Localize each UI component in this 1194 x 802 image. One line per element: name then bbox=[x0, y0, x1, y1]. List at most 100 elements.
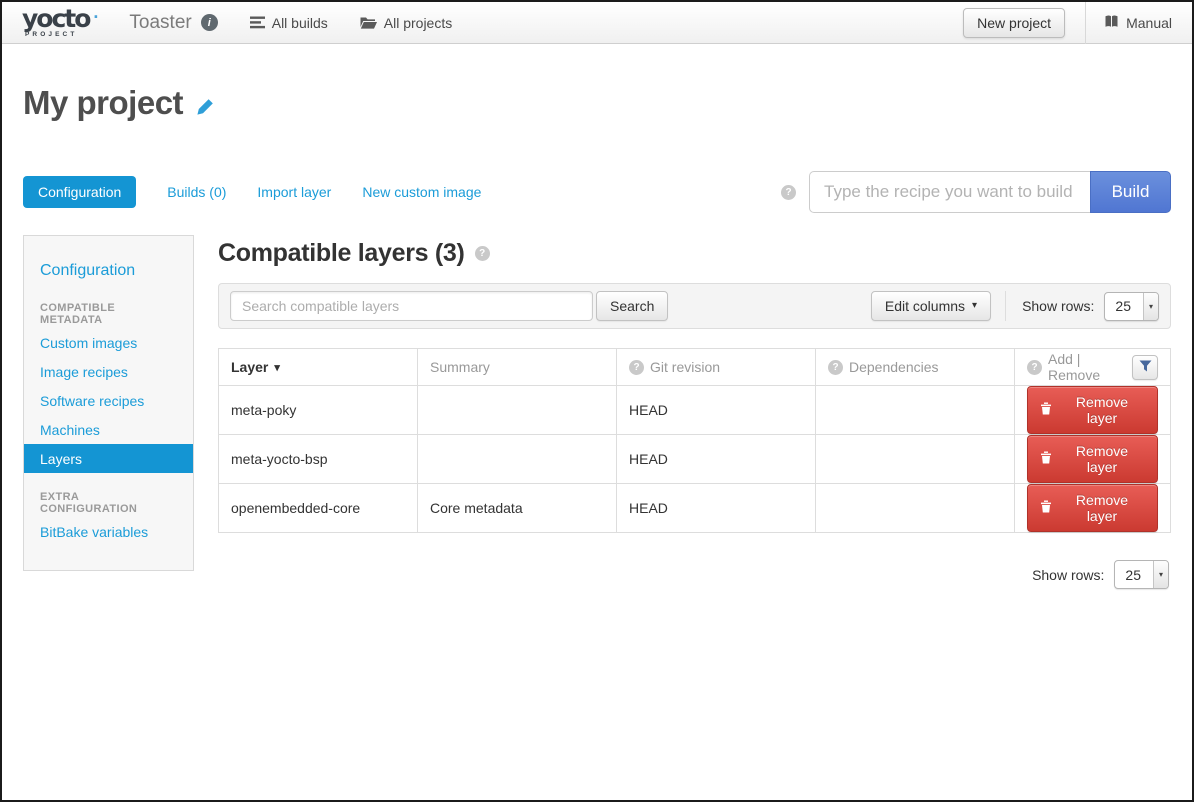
navbar-right: New project Manual bbox=[963, 2, 1172, 43]
heading-help-icon[interactable]: ? bbox=[475, 246, 490, 261]
compatible-layers-table: Layer ▾ Summary ? Git re bbox=[218, 348, 1171, 533]
toolbar-divider bbox=[1005, 291, 1006, 321]
column-header-add-remove[interactable]: ? Add | Remove bbox=[1015, 349, 1171, 386]
build-recipe-input[interactable] bbox=[809, 171, 1090, 213]
show-rows-label: Show rows: bbox=[1022, 298, 1094, 314]
nav-all-builds-label: All builds bbox=[272, 15, 328, 31]
table-row: meta-yocto-bsp HEAD bbox=[219, 435, 1171, 484]
chevron-down-icon: ▾ bbox=[972, 301, 977, 311]
sidebar-item-bitbake-variables[interactable]: BitBake variables bbox=[24, 517, 193, 546]
column-header-git-revision[interactable]: ? Git revision bbox=[617, 349, 816, 386]
column-summary-label: Summary bbox=[430, 359, 490, 375]
cell-summary bbox=[418, 386, 617, 435]
content-area: Configuration COMPATIBLE METADATA Custom… bbox=[23, 235, 1171, 589]
edit-columns-label: Edit columns bbox=[885, 298, 965, 314]
tab-builds[interactable]: Builds (0) bbox=[167, 184, 226, 200]
cell-layer: meta-yocto-bsp bbox=[219, 435, 418, 484]
remove-layer-button[interactable]: Remove layer bbox=[1027, 484, 1158, 532]
folder-open-icon bbox=[360, 16, 377, 29]
cell-git-revision: HEAD bbox=[617, 386, 816, 435]
nav-all-projects[interactable]: All projects bbox=[360, 15, 452, 31]
page-body: My project Configuration Builds (0) Impo… bbox=[2, 84, 1192, 589]
sidebar-heading-compatible-metadata: COMPATIBLE METADATA bbox=[24, 284, 193, 328]
tab-new-custom-image[interactable]: New custom image bbox=[362, 184, 481, 200]
new-project-button[interactable]: New project bbox=[963, 8, 1065, 38]
footer-rows-per-page-value: 25 bbox=[1115, 561, 1153, 588]
remove-layer-button[interactable]: Remove layer bbox=[1027, 386, 1158, 434]
select-caret-icon: ▾ bbox=[1153, 561, 1168, 588]
table-toolbar: Search Edit columns ▾ Show rows: 25 ▾ bbox=[218, 283, 1171, 329]
cell-git-revision: HEAD bbox=[617, 435, 816, 484]
info-icon[interactable]: i bbox=[201, 14, 218, 31]
select-caret-icon: ▾ bbox=[1143, 293, 1158, 320]
sidebar-item-custom-images[interactable]: Custom images bbox=[24, 328, 193, 357]
config-sidebar: Configuration COMPATIBLE METADATA Custom… bbox=[23, 235, 194, 571]
cell-dependencies bbox=[816, 386, 1015, 435]
edit-columns-button[interactable]: Edit columns ▾ bbox=[871, 291, 991, 321]
build-help-icon[interactable]: ? bbox=[781, 185, 796, 200]
filter-button[interactable] bbox=[1132, 355, 1158, 380]
search-input[interactable] bbox=[230, 291, 593, 321]
footer-show-rows-label: Show rows: bbox=[1032, 567, 1104, 583]
tab-configuration[interactable]: Configuration bbox=[23, 176, 136, 208]
app-title: Toaster bbox=[129, 12, 191, 34]
sidebar-heading-extra-configuration: EXTRA CONFIGURATION bbox=[24, 473, 193, 517]
remove-layer-button[interactable]: Remove layer bbox=[1027, 435, 1158, 483]
column-layer-label: Layer bbox=[231, 359, 268, 375]
footer-rows-per-page-select[interactable]: 25 ▾ bbox=[1114, 560, 1169, 589]
dependencies-help-icon[interactable]: ? bbox=[828, 360, 843, 375]
remove-layer-label: Remove layer bbox=[1059, 443, 1145, 475]
column-dependencies-label: Dependencies bbox=[849, 359, 939, 375]
page-title: My project bbox=[23, 84, 1171, 122]
cell-action: Remove layer bbox=[1015, 435, 1171, 484]
column-header-dependencies[interactable]: ? Dependencies bbox=[816, 349, 1015, 386]
cell-dependencies bbox=[816, 484, 1015, 533]
column-header-layer[interactable]: Layer ▾ bbox=[219, 349, 418, 386]
tab-import-layer[interactable]: Import layer bbox=[257, 184, 331, 200]
search-button[interactable]: Search bbox=[596, 291, 668, 321]
brand-subtext: PROJECT bbox=[22, 32, 99, 39]
cell-summary bbox=[418, 435, 617, 484]
brand-dot: · bbox=[93, 8, 99, 26]
trash-icon bbox=[1040, 402, 1052, 418]
manual-link[interactable]: Manual bbox=[1104, 15, 1172, 31]
cell-action: Remove layer bbox=[1015, 386, 1171, 435]
cell-summary: Core metadata bbox=[418, 484, 617, 533]
rows-per-page-value: 25 bbox=[1105, 293, 1143, 320]
cell-git-revision: HEAD bbox=[617, 484, 816, 533]
sort-desc-icon: ▾ bbox=[274, 361, 280, 374]
git-revision-help-icon[interactable]: ? bbox=[629, 360, 644, 375]
layers-panel: Compatible layers (3) ? Search Edit colu… bbox=[218, 235, 1171, 589]
rows-per-page-select[interactable]: 25 ▾ bbox=[1104, 292, 1159, 321]
sidebar-item-machines[interactable]: Machines bbox=[24, 415, 193, 444]
sidebar-item-configuration[interactable]: Configuration bbox=[24, 250, 193, 284]
cell-action: Remove layer bbox=[1015, 484, 1171, 533]
column-header-summary[interactable]: Summary bbox=[418, 349, 617, 386]
edit-project-name-icon[interactable] bbox=[196, 98, 214, 116]
project-name: My project bbox=[23, 84, 183, 122]
filter-funnel-icon bbox=[1139, 360, 1152, 375]
cell-layer: openembedded-core bbox=[219, 484, 418, 533]
column-add-remove-label: Add | Remove bbox=[1048, 351, 1126, 383]
brand-text: yocto bbox=[22, 6, 89, 31]
sidebar-item-layers[interactable]: Layers bbox=[24, 444, 193, 473]
sidebar-item-software-recipes[interactable]: Software recipes bbox=[24, 386, 193, 415]
trash-icon bbox=[1040, 451, 1052, 467]
cell-dependencies bbox=[816, 435, 1015, 484]
remove-layer-label: Remove layer bbox=[1059, 492, 1145, 524]
table-header-row: Layer ▾ Summary ? Git re bbox=[219, 349, 1171, 386]
add-remove-help-icon[interactable]: ? bbox=[1027, 360, 1042, 375]
table-footer: Show rows: 25 ▾ bbox=[218, 560, 1171, 589]
table-row: openembedded-core Core metadata HEAD bbox=[219, 484, 1171, 533]
cell-layer: meta-poky bbox=[219, 386, 418, 435]
table-row: meta-poky HEAD bbox=[219, 386, 1171, 435]
nav-all-builds[interactable]: All builds bbox=[250, 15, 328, 31]
column-git-revision-label: Git revision bbox=[650, 359, 720, 375]
build-button[interactable]: Build bbox=[1090, 171, 1171, 213]
trash-icon bbox=[1040, 500, 1052, 516]
sidebar-item-image-recipes[interactable]: Image recipes bbox=[24, 357, 193, 386]
yocto-logo[interactable]: yocto · PROJECT bbox=[22, 6, 99, 39]
section-heading: Compatible layers (3) ? bbox=[218, 239, 1171, 268]
section-heading-text: Compatible layers (3) bbox=[218, 239, 465, 268]
toolbar-right: Edit columns ▾ Show rows: 25 ▾ bbox=[871, 291, 1159, 321]
